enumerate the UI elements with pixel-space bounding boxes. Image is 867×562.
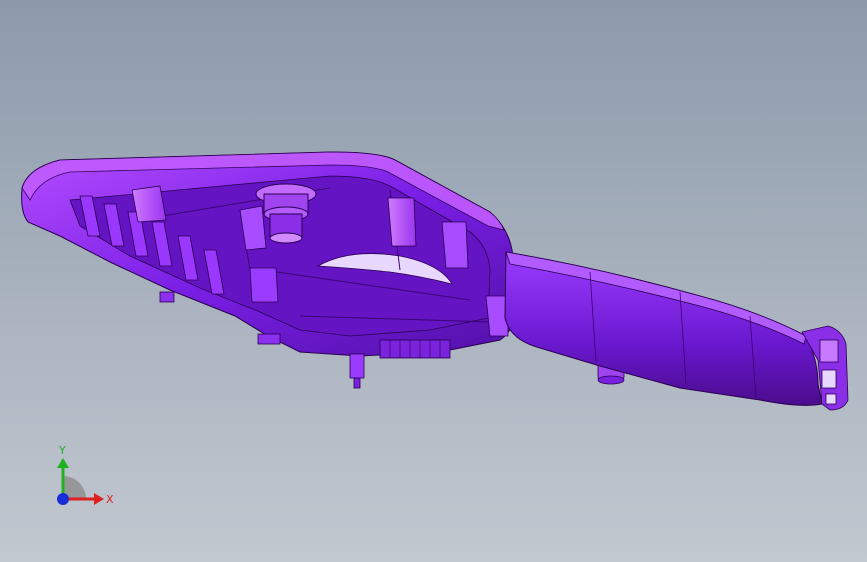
3d-viewport[interactable]: Y X xyxy=(0,0,867,562)
axis-triad: Y X xyxy=(57,444,114,506)
y-axis-arrowhead xyxy=(57,458,69,468)
x-axis-arrowhead xyxy=(94,493,104,505)
cad-part-model[interactable] xyxy=(0,0,867,562)
part-long-arm[interactable] xyxy=(504,251,823,406)
x-axis-label: X xyxy=(106,493,114,506)
y-axis-label: Y xyxy=(58,444,66,457)
z-axis-point xyxy=(57,493,69,505)
